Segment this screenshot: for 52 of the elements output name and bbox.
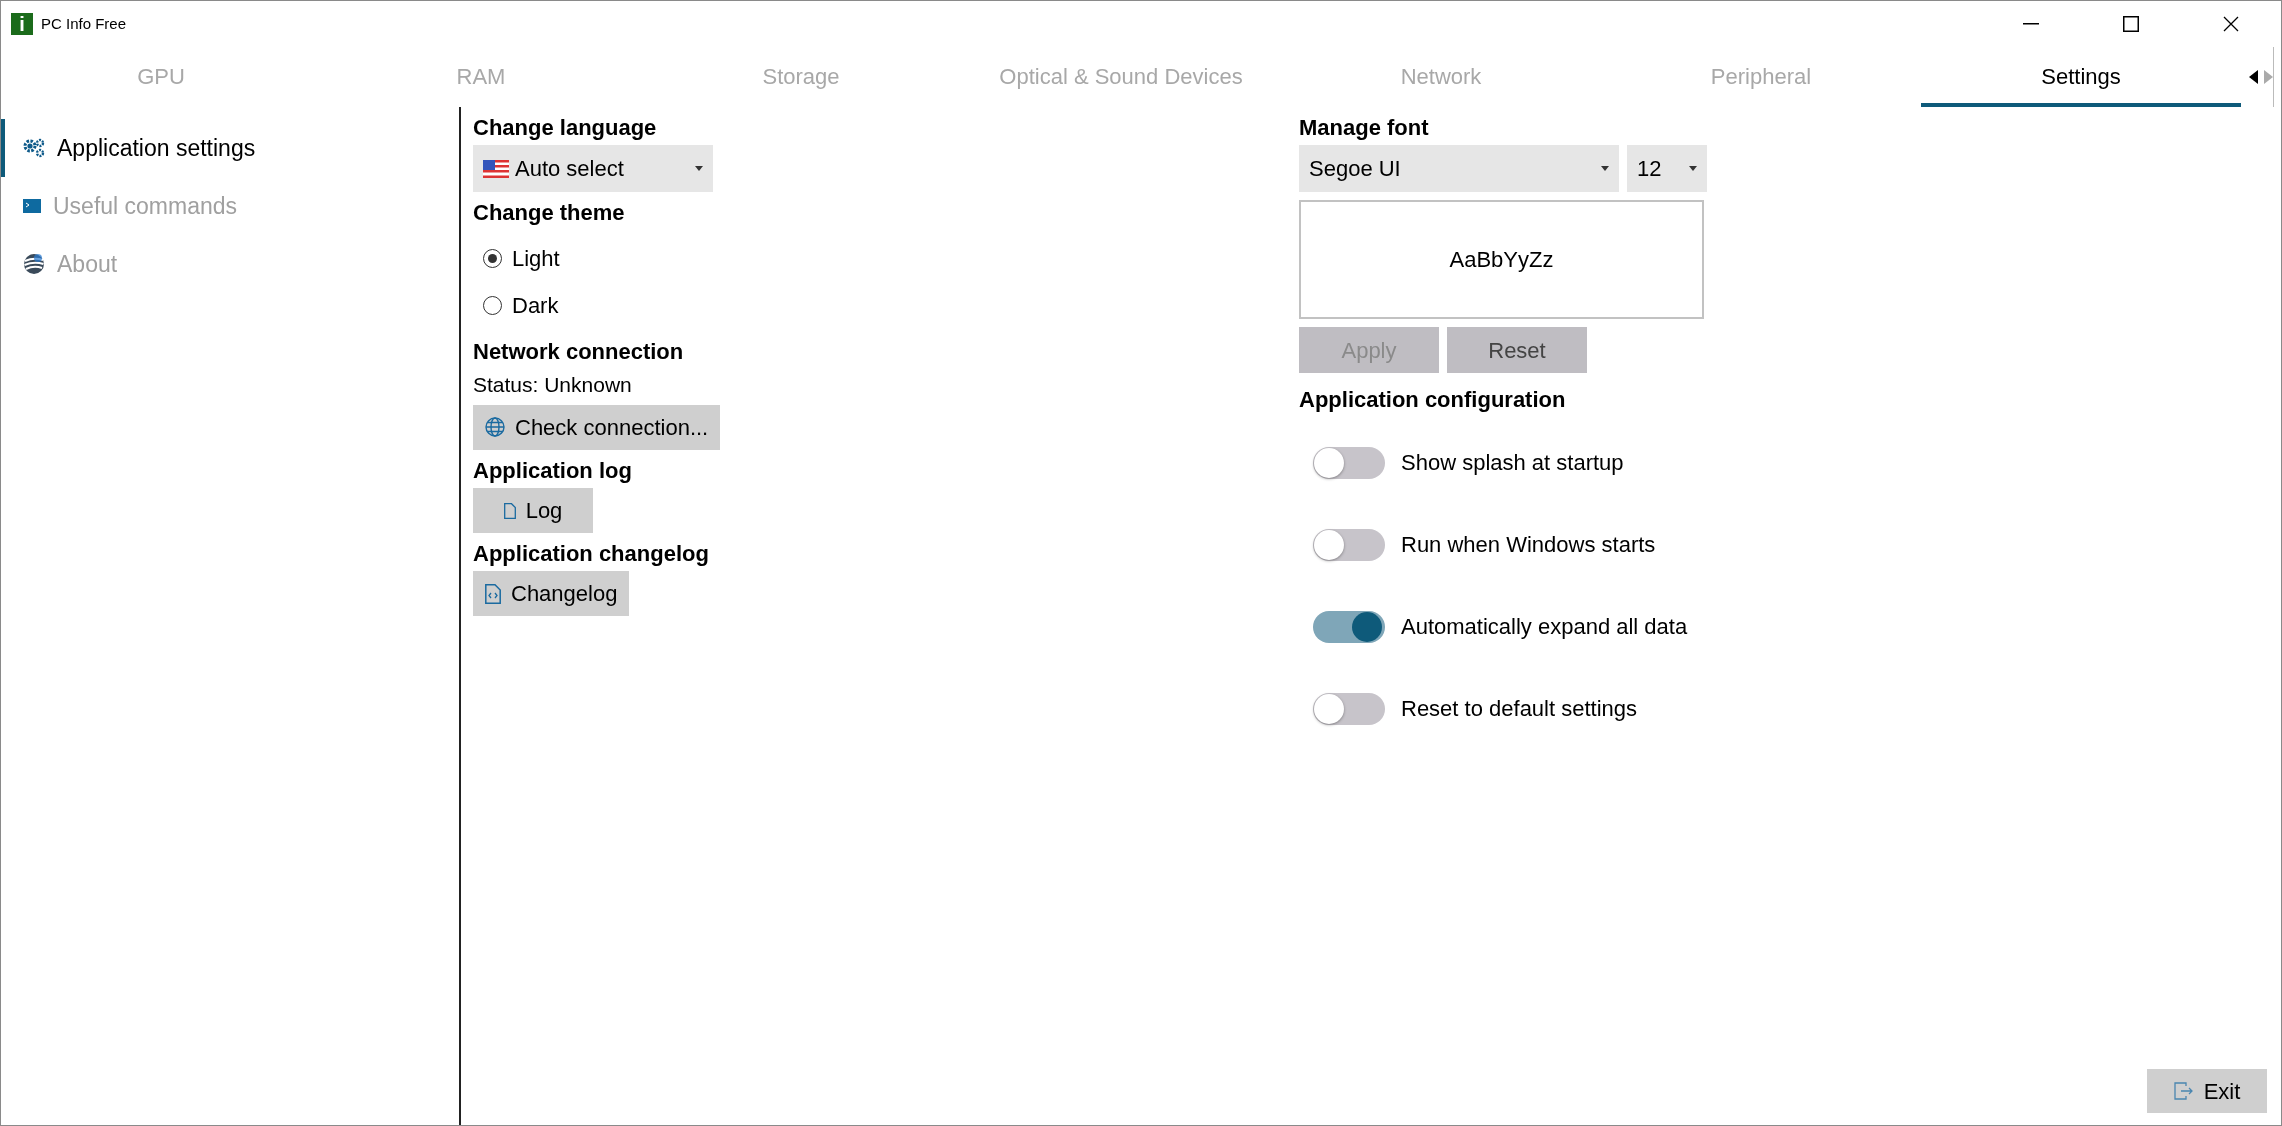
sphere-icon xyxy=(23,253,45,275)
caret-icon xyxy=(1689,166,1697,172)
section-heading: Change theme xyxy=(473,200,626,227)
size-dropdown[interactable]: 12 xyxy=(1627,145,1707,193)
minimize-icon xyxy=(2023,23,2039,25)
radio-option[interactable]: Dark xyxy=(473,281,565,329)
gears-icon xyxy=(23,138,45,158)
document-icon xyxy=(503,502,516,519)
scroll-right-icon[interactable] xyxy=(2264,70,2273,84)
dropdown-value: Segoe UI xyxy=(1309,155,1402,184)
dropdown-value: Auto select xyxy=(515,155,625,184)
section-heading: Manage font xyxy=(1299,115,1430,142)
radio-label: Dark xyxy=(512,291,559,320)
changelog-button[interactable]: Changelog xyxy=(473,571,630,617)
caret-icon xyxy=(1601,166,1609,172)
toggle-label: Run when Windows starts xyxy=(1401,531,1656,560)
code-file-icon xyxy=(485,583,501,604)
check-connection-button[interactable]: Check connection... xyxy=(473,404,721,450)
exit-icon xyxy=(2173,1082,2194,1100)
close-icon xyxy=(2223,16,2239,32)
toggle-label: Reset to default settings xyxy=(1401,695,1638,724)
toggle-switch[interactable] xyxy=(1313,528,1385,561)
exit-button[interactable]: Exit xyxy=(2147,1069,2267,1113)
toggle-switch[interactable] xyxy=(1313,446,1385,479)
radio-option[interactable]: Light xyxy=(473,234,566,282)
dropdown-value: 12 xyxy=(1637,155,1663,184)
font-dropdown[interactable]: Segoe UI xyxy=(1299,145,1619,193)
section-heading: Change language xyxy=(473,115,658,142)
toggle-label: Show splash at startup xyxy=(1401,449,1624,478)
sidebar-item[interactable]: Application settings xyxy=(1,119,459,177)
maximize-icon xyxy=(2123,16,2139,32)
app-logo: i xyxy=(11,13,33,35)
window-title: PC Info Free xyxy=(41,13,127,34)
terminal-icon xyxy=(23,199,41,213)
section-heading: Application changelog xyxy=(473,541,710,568)
log-button[interactable]: Log xyxy=(473,488,593,534)
tab[interactable]: Settings xyxy=(1921,47,2241,107)
radio-label: Light xyxy=(512,244,560,273)
toggle-switch[interactable] xyxy=(1313,692,1385,725)
section-heading: Network connection xyxy=(473,338,685,366)
status-text: Status: Unknown xyxy=(473,372,633,399)
font-preview-text: AaBbYyZz xyxy=(1449,246,1554,275)
toggle-label: Automatically expand all data xyxy=(1401,613,1688,642)
flag-icon xyxy=(483,159,509,178)
section-heading: Application configuration xyxy=(1299,387,1567,414)
caret-icon xyxy=(695,166,703,172)
scroll-left-icon[interactable] xyxy=(2249,70,2258,84)
toggle-switch[interactable] xyxy=(1313,610,1385,643)
language-dropdown[interactable]: Auto select xyxy=(473,145,713,193)
globe-icon xyxy=(485,417,505,438)
font-button[interactable]: Reset xyxy=(1447,327,1587,374)
section-heading: Application log xyxy=(473,457,633,485)
